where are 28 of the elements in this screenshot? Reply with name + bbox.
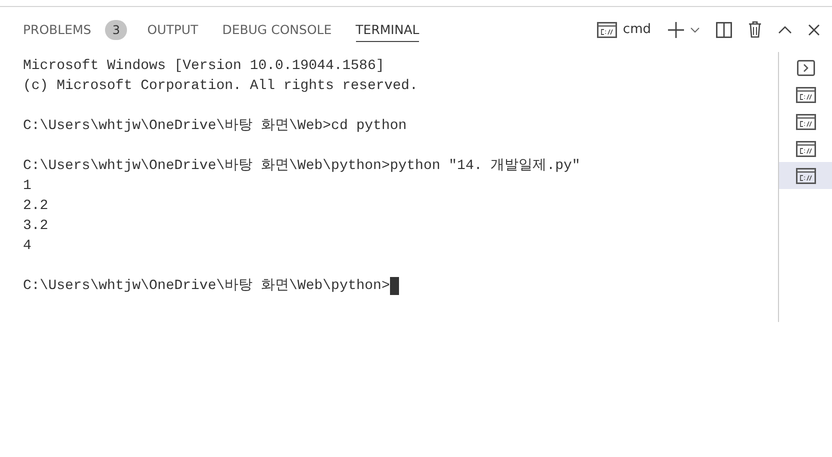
chevron-up-icon[interactable] xyxy=(778,26,792,34)
terminal-icon xyxy=(796,168,816,184)
terminal-line: 3.2 xyxy=(23,217,50,236)
terminal-icon xyxy=(796,140,816,156)
terminal-icon xyxy=(796,114,816,130)
terminal-line: C:\Users\whtjw\OneDrive\바탕 화면\Web\python>python "14. 개발일제.py" xyxy=(23,157,582,176)
chevron-down-icon[interactable] xyxy=(690,26,700,32)
terminal-line: (c) Microsoft Corporation. All rights reserved. xyxy=(23,77,419,96)
split-icon[interactable] xyxy=(716,22,732,38)
count-badge: 3 xyxy=(105,20,128,40)
panel-tab[interactable]: DEBUG CONSOLE xyxy=(222,18,332,42)
shell-name[interactable]: cmd xyxy=(622,22,651,37)
plus-icon[interactable] xyxy=(667,20,685,38)
panel-tab[interactable]: OUTPUT xyxy=(147,18,198,42)
terminal-line: 2.2 xyxy=(23,197,50,216)
terminal-icon xyxy=(596,22,617,38)
terminal-line: 1 xyxy=(23,177,32,196)
terminal-line: 4 xyxy=(23,237,32,256)
terminal-line: C:\Users\whtjw\OneDrive\바탕 화면\Web>cd python xyxy=(23,117,408,136)
close-icon[interactable] xyxy=(808,24,820,36)
terminal-line: Microsoft Windows [Version 10.0.19044.1586] xyxy=(23,57,386,76)
panel-tab[interactable]: PROBLEMS xyxy=(23,18,92,42)
terminal-instance[interactable] xyxy=(779,162,832,189)
panel-tab[interactable]: TERMINAL xyxy=(356,18,420,42)
terminal-line: C:\Users\whtjw\OneDrive\바탕 화면\Web\python> xyxy=(23,277,390,296)
trash-icon[interactable] xyxy=(748,21,762,38)
terminal-icon xyxy=(796,86,816,102)
prompt-icon xyxy=(796,60,814,76)
